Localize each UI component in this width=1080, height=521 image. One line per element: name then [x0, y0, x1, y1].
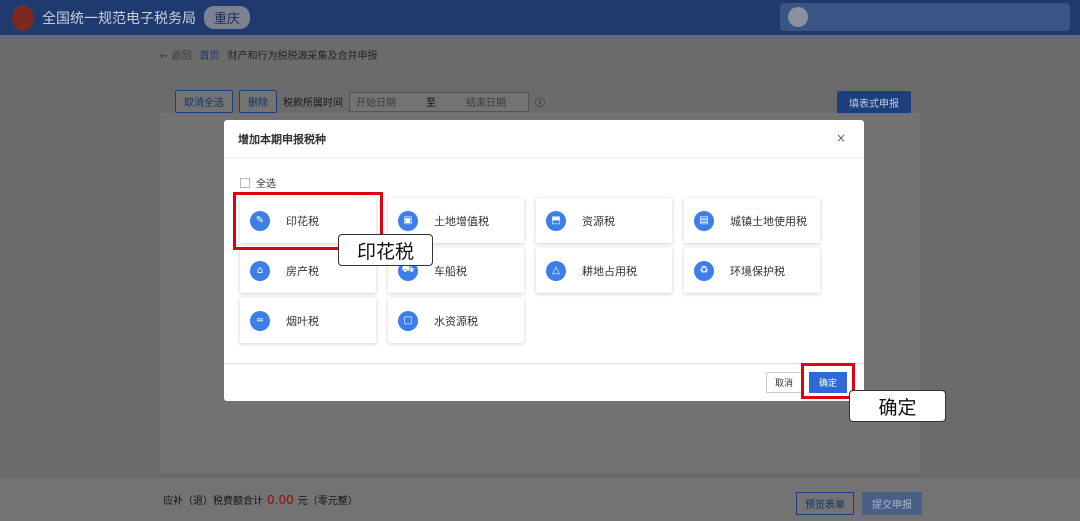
toolbar: 取消全选 删除 税款所属时间 开始日期 至 结束日期 ⓘ	[175, 90, 545, 113]
divider	[224, 363, 864, 364]
avatar	[788, 7, 808, 27]
tax-type-card[interactable]: ≈ 烟叶税	[240, 298, 376, 343]
tax-type-icon: ⌂	[250, 260, 270, 281]
amount-words: （零元整）	[307, 496, 358, 507]
tax-type-icon: ▤	[694, 210, 714, 231]
breadcrumb: ← 返回 首页 财产和行为税税源采集及合并申报	[160, 47, 378, 62]
tax-type-label: 车船税	[434, 264, 467, 278]
tax-type-label: 房产税	[286, 264, 319, 278]
top-header: 全国统一规范电子税务局 重庆	[0, 0, 1080, 35]
tax-type-label: 资源税	[582, 214, 615, 228]
tax-type-label: 环境保护税	[730, 264, 785, 278]
tax-type-icon: ≈	[250, 310, 270, 331]
add-tax-dialog: 增加本期申报税种 × 全选 ✎ 印花税 ▣ 土地增值税 ⬒ 资源税 ▤ 城镇土地使用税 ⌂ 房产税…	[224, 120, 864, 401]
tax-type-icon: ▢	[398, 310, 418, 331]
breadcrumb-current: 财产和行为税税源采集及合并申报	[227, 51, 378, 62]
tax-emblem-icon	[12, 4, 34, 31]
delete-button[interactable]: 删除	[239, 90, 277, 113]
info-icon[interactable]: ⓘ	[535, 94, 545, 109]
end-date[interactable]: 结束日期	[466, 94, 506, 109]
start-date[interactable]: 开始日期	[356, 94, 396, 109]
callout-tax: 印花税	[338, 234, 433, 266]
tax-type-label: 耕地占用税	[582, 264, 637, 278]
callout-confirm: 确定	[849, 390, 946, 422]
dialog-title: 增加本期申报税种	[224, 120, 864, 158]
checkbox-icon[interactable]	[240, 177, 250, 188]
tax-type-icon: ⬒	[546, 210, 566, 231]
tax-type-card[interactable]: ⬒ 资源税	[536, 198, 672, 243]
total-amount: 0.00	[267, 492, 294, 507]
tax-type-label: 水资源税	[434, 314, 478, 328]
tax-type-card[interactable]: ♻ 环境保护税	[684, 248, 820, 293]
user-menu[interactable]	[780, 3, 1070, 31]
fill-form-button[interactable]: 填表式申报	[837, 91, 911, 114]
site-title: 全国统一规范电子税务局	[42, 10, 196, 27]
select-all-checkbox[interactable]: 全选	[240, 175, 276, 190]
deselect-all-button[interactable]: 取消全选	[175, 90, 233, 113]
preview-button[interactable]: 预览表单	[796, 492, 854, 515]
tax-type-card[interactable]: ▢ 水资源税	[388, 298, 524, 343]
highlight-box-confirm	[801, 363, 855, 399]
tax-type-icon: ▣	[398, 210, 418, 231]
tax-type-label: 城镇土地使用税	[730, 214, 807, 228]
tax-type-icon: ♻	[694, 260, 714, 281]
submit-button[interactable]: 提交申报	[862, 492, 922, 515]
home-link[interactable]: 首页	[200, 47, 220, 62]
tax-type-label: 烟叶税	[286, 314, 319, 328]
tax-type-card[interactable]: △ 耕地占用税	[536, 248, 672, 293]
total-label: 应补（退）税费额合计	[163, 496, 263, 507]
unit: 元	[297, 496, 308, 507]
city-selector[interactable]: 重庆	[204, 6, 251, 29]
date-range-input[interactable]: 开始日期 至 结束日期	[349, 91, 529, 112]
select-all-label: 全选	[256, 179, 276, 190]
to-label: 至	[426, 98, 436, 109]
tax-type-icon: △	[546, 260, 566, 281]
close-icon[interactable]: ×	[836, 131, 846, 145]
tax-type-card[interactable]: ▤ 城镇土地使用税	[684, 198, 820, 243]
tax-type-label: 土地增值税	[434, 214, 489, 228]
cancel-button[interactable]: 取消	[766, 372, 803, 393]
back-link[interactable]: ← 返回	[160, 47, 192, 62]
period-label: 税款所属时间	[283, 98, 343, 109]
